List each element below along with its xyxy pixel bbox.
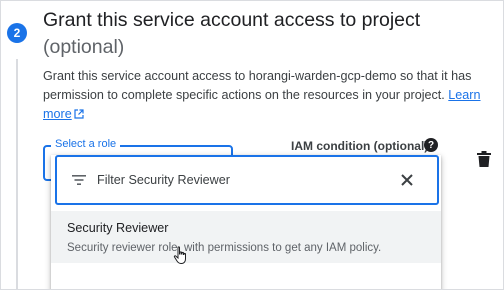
close-icon[interactable] <box>399 172 415 193</box>
description-text: Grant this service account access to hor… <box>43 69 472 102</box>
step-title-text: Grant this service account access to pro… <box>43 9 421 31</box>
role-select-label: Select a role <box>51 137 121 151</box>
hand-pointer-icon <box>173 246 189 269</box>
external-link-icon <box>74 106 84 125</box>
role-option[interactable]: Security Reviewer Security reviewer role… <box>51 211 441 263</box>
filter-input-value[interactable]: Filter Security Reviewer <box>97 173 230 187</box>
step-title-optional: (optional) <box>43 36 125 58</box>
role-option-title[interactable]: Security Reviewer <box>67 220 441 237</box>
wizard-panel: 2 Grant this service account access to p… <box>0 0 504 290</box>
role-dropdown: Filter Security Reviewer Security Review… <box>51 155 441 289</box>
role-filter-input[interactable]: Filter Security Reviewer <box>55 155 439 205</box>
help-icon[interactable]: ? <box>424 138 438 152</box>
delete-icon[interactable] <box>477 151 491 172</box>
step-connector-line <box>16 59 18 289</box>
role-option-description[interactable]: Security reviewer role, with permissions… <box>67 240 441 256</box>
filter-icon <box>71 173 87 192</box>
step-number-badge: 2 <box>7 23 27 43</box>
step-description: Grant this service account access to hor… <box>43 67 493 125</box>
iam-condition-label: IAM condition (optional) <box>291 139 429 153</box>
step-title: Grant this service account access to pro… <box>43 7 493 61</box>
